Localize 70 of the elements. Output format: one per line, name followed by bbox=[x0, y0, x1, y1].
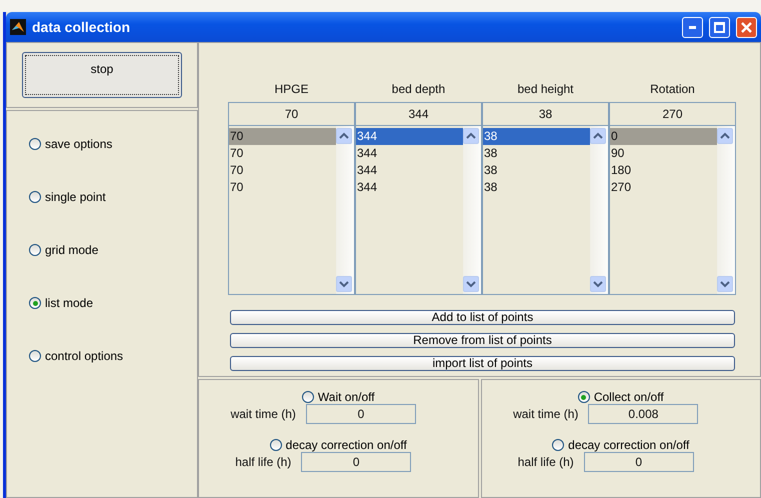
list-item[interactable]: 70 bbox=[229, 128, 336, 145]
field-label: half life (h) bbox=[235, 455, 292, 469]
toggle-option[interactable]: Collect on/off bbox=[578, 390, 664, 404]
scroll-bar[interactable] bbox=[590, 126, 608, 294]
value-field[interactable]: 70 bbox=[228, 102, 355, 126]
list-action-button[interactable]: Add to list of points bbox=[230, 310, 735, 325]
toggle-option[interactable]: decay correction on/off bbox=[270, 438, 407, 452]
half-life-field[interactable]: 0 bbox=[301, 452, 412, 472]
field-label: wait time (h) bbox=[513, 407, 578, 421]
field-label: wait time (h) bbox=[230, 407, 296, 421]
maximize-icon bbox=[714, 22, 725, 32]
mode-option[interactable]: single point bbox=[29, 190, 197, 204]
radio-button[interactable] bbox=[29, 350, 41, 362]
list-item[interactable]: 180 bbox=[610, 162, 717, 179]
radio-button[interactable] bbox=[29, 297, 41, 309]
column-heading: Rotation bbox=[649, 81, 696, 98]
list-box[interactable]: 344 344 344 344 bbox=[355, 126, 482, 295]
mode-option[interactable]: grid mode bbox=[29, 243, 197, 257]
list-item[interactable]: 270 bbox=[610, 179, 717, 196]
list-action-button[interactable]: import list of points bbox=[230, 356, 735, 371]
mode-option[interactable]: control options bbox=[29, 349, 197, 363]
list-item[interactable]: 70 bbox=[229, 145, 336, 162]
list-item[interactable]: 0 bbox=[610, 128, 717, 145]
half-life-field[interactable]: 0 bbox=[584, 452, 694, 472]
minimize-button[interactable] bbox=[682, 16, 703, 38]
list-item[interactable]: 38 bbox=[483, 128, 590, 145]
close-icon bbox=[741, 22, 752, 32]
scroll-bar[interactable] bbox=[463, 126, 481, 294]
radio-button[interactable] bbox=[552, 439, 564, 451]
scroll-bar[interactable] bbox=[717, 126, 735, 294]
radio-button[interactable] bbox=[302, 391, 314, 403]
list-item[interactable]: 38 bbox=[483, 145, 590, 162]
radio-button[interactable] bbox=[270, 439, 282, 451]
radio-button[interactable] bbox=[578, 391, 590, 403]
list-item[interactable]: 344 bbox=[356, 128, 463, 145]
list-item[interactable]: 344 bbox=[356, 145, 463, 162]
list-item[interactable]: 90 bbox=[610, 145, 717, 162]
stop-button[interactable]: stop bbox=[22, 52, 182, 98]
time-field[interactable]: 0 bbox=[306, 404, 416, 424]
list-box[interactable]: 0 90 180 270 bbox=[609, 126, 736, 295]
list-box[interactable]: 38 38 38 38 bbox=[482, 126, 609, 295]
field-label: half life (h) bbox=[518, 455, 574, 469]
minimize-icon bbox=[689, 26, 696, 28]
time-field[interactable]: 0.008 bbox=[588, 404, 698, 424]
column-heading: HPGE bbox=[273, 81, 310, 98]
radio-button[interactable] bbox=[29, 138, 41, 150]
value-field[interactable]: 270 bbox=[609, 102, 736, 126]
list-item[interactable]: 38 bbox=[483, 179, 590, 196]
list-item[interactable]: 38 bbox=[483, 162, 590, 179]
value-field[interactable]: 344 bbox=[355, 102, 482, 126]
close-button[interactable] bbox=[736, 16, 757, 38]
maximize-button[interactable] bbox=[709, 16, 730, 38]
list-item[interactable]: 70 bbox=[229, 162, 336, 179]
list-action-button[interactable]: Remove from list of points bbox=[230, 333, 735, 348]
column-heading: bed depth bbox=[390, 81, 446, 98]
toggle-option[interactable]: decay correction on/off bbox=[552, 438, 690, 452]
list-item[interactable]: 344 bbox=[356, 179, 463, 196]
scroll-bar[interactable] bbox=[336, 126, 354, 294]
window-title: data collection bbox=[32, 19, 132, 35]
column-heading: bed height bbox=[516, 81, 575, 98]
mode-option[interactable]: list mode bbox=[29, 296, 197, 310]
list-item[interactable]: 344 bbox=[356, 162, 463, 179]
mode-option[interactable]: save options bbox=[29, 137, 197, 151]
value-field[interactable]: 38 bbox=[482, 102, 609, 126]
radio-button[interactable] bbox=[29, 191, 41, 203]
app-logo-icon bbox=[10, 19, 26, 35]
radio-button[interactable] bbox=[29, 244, 41, 256]
toggle-option[interactable]: Wait on/off bbox=[302, 390, 375, 404]
list-box[interactable]: 70 70 70 70 bbox=[228, 126, 355, 295]
list-item[interactable]: 70 bbox=[229, 179, 336, 196]
